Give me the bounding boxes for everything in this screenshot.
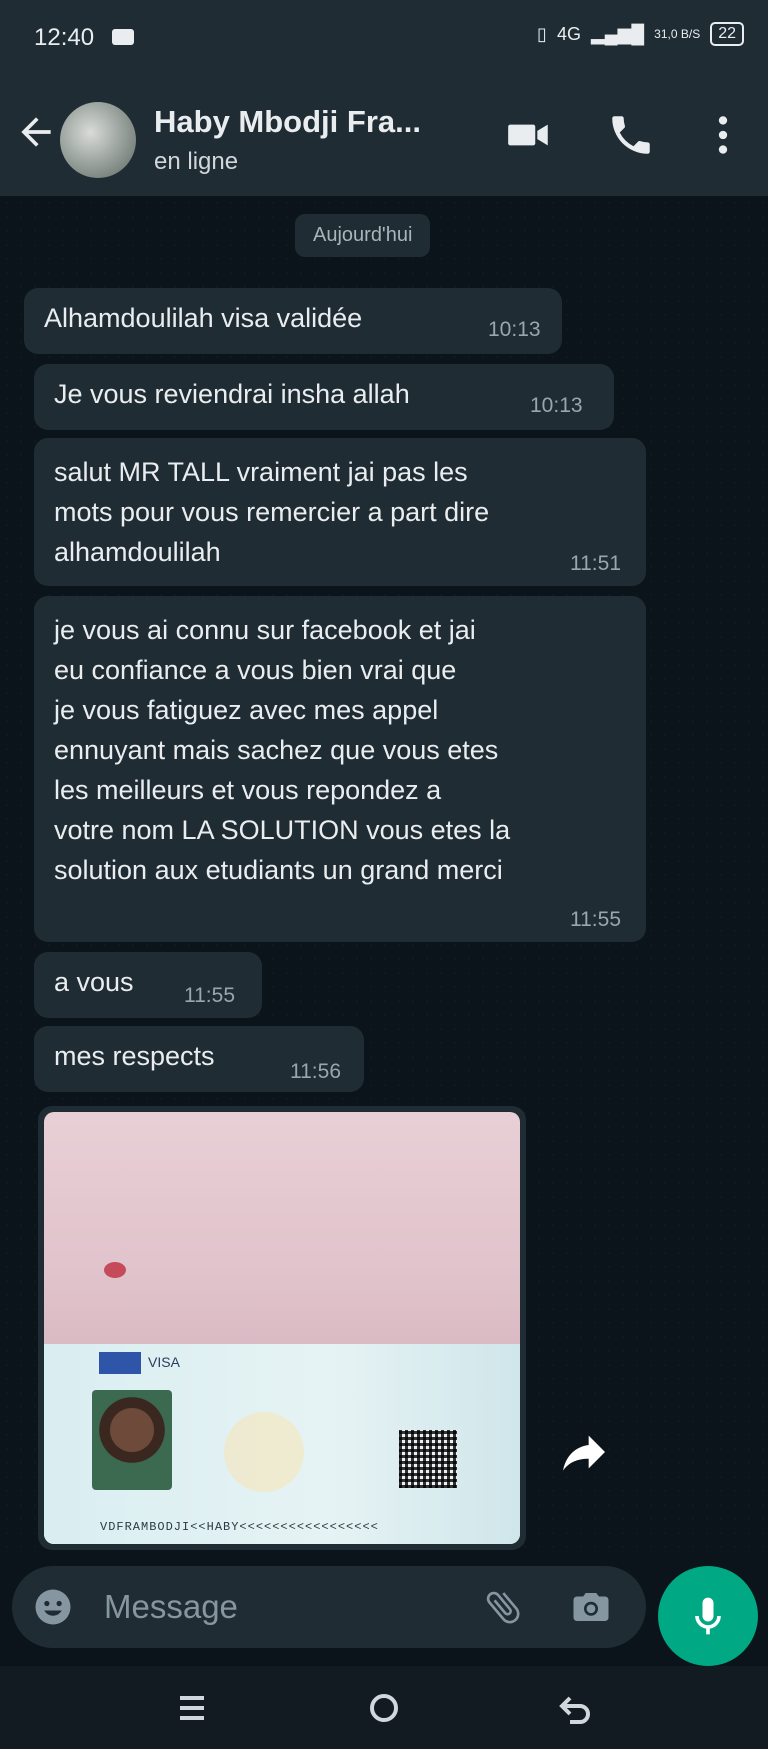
message-bubble[interactable]: salut MR TALL vraiment jai pas les mots … bbox=[34, 438, 646, 586]
message-text: Alhamdoulilah visa validée bbox=[44, 303, 363, 333]
contact-status: en ligne bbox=[154, 148, 239, 175]
video-call-icon[interactable] bbox=[504, 110, 554, 160]
camera-icon[interactable] bbox=[568, 1586, 614, 1628]
emoji-icon[interactable] bbox=[32, 1586, 74, 1628]
message-text: salut MR TALL vraiment jai pas les mots … bbox=[54, 457, 490, 567]
qr-code-icon bbox=[399, 1430, 457, 1488]
date-chip: Aujourd'hui bbox=[295, 214, 431, 257]
back-nav-icon[interactable] bbox=[552, 1684, 600, 1732]
message-time: 10:13 bbox=[488, 318, 541, 341]
message-text: je vous ai connu sur facebook et jai eu … bbox=[54, 615, 511, 885]
message-text: mes respects bbox=[54, 1041, 215, 1071]
chat-header: Haby Mbodji Fra... en ligne bbox=[0, 82, 768, 196]
message-bubble[interactable]: je vous ai connu sur facebook et jai eu … bbox=[34, 596, 646, 942]
signal-icon: ▂▄▆█ bbox=[590, 23, 645, 44]
attach-icon[interactable] bbox=[482, 1586, 524, 1628]
vibrate-icon: ▯ bbox=[537, 23, 547, 44]
home-icon[interactable] bbox=[360, 1684, 408, 1732]
visa-photo[interactable]: VISA VDFRAMBODJI<<HABY<<<<<<<<<<<<<<<<< bbox=[44, 1112, 520, 1544]
mrz-line: VDFRAMBODJI<<HABY<<<<<<<<<<<<<<<<< bbox=[100, 1520, 379, 1534]
image-message[interactable]: VISA VDFRAMBODJI<<HABY<<<<<<<<<<<<<<<<< bbox=[38, 1106, 526, 1550]
voice-call-icon[interactable] bbox=[606, 110, 656, 160]
mic-icon bbox=[695, 1597, 721, 1635]
message-text: Je vous reviendrai insha allah bbox=[54, 379, 410, 409]
eu-flag-icon bbox=[99, 1352, 141, 1374]
message-time: 11:55 bbox=[184, 984, 235, 1007]
contact-name[interactable]: Haby Mbodji Fra... bbox=[154, 104, 421, 140]
network-type: 4G bbox=[556, 23, 581, 44]
stamp-mark bbox=[104, 1262, 126, 1278]
forward-icon[interactable] bbox=[556, 1424, 612, 1480]
message-time: 11:51 bbox=[570, 552, 621, 575]
status-bar: 12:40 ▯ 4G ▂▄▆█ 31,0 B/S 22 bbox=[0, 0, 768, 82]
message-input[interactable]: Message bbox=[12, 1566, 646, 1648]
message-bubble[interactable]: a vous 11:55 bbox=[34, 952, 262, 1018]
seal-icon bbox=[224, 1412, 304, 1492]
clock: 12:40 bbox=[34, 24, 95, 51]
data-speed: 31,0 B/S bbox=[654, 27, 701, 41]
message-bubble[interactable]: Je vous reviendrai insha allah 10:13 bbox=[34, 364, 614, 430]
message-time: 10:13 bbox=[530, 394, 583, 417]
composer: Message bbox=[0, 1556, 768, 1666]
mic-button[interactable] bbox=[658, 1566, 758, 1666]
message-time: 11:56 bbox=[290, 1060, 341, 1083]
menu-icon[interactable] bbox=[168, 1684, 216, 1732]
message-time: 11:55 bbox=[570, 908, 621, 931]
system-nav-bar bbox=[0, 1666, 768, 1749]
portrait-photo bbox=[92, 1390, 172, 1490]
status-indicators: ▯ 4G ▂▄▆█ 31,0 B/S 22 bbox=[537, 22, 744, 46]
back-arrow-icon[interactable] bbox=[14, 110, 58, 154]
message-bubble[interactable]: mes respects 11:56 bbox=[34, 1026, 364, 1092]
battery-indicator: 22 bbox=[710, 22, 744, 46]
avatar[interactable] bbox=[60, 102, 136, 178]
message-bubble[interactable]: Alhamdoulilah visa validée 10:13 bbox=[24, 288, 562, 354]
notification-icon bbox=[112, 29, 134, 45]
more-options-icon[interactable] bbox=[698, 110, 748, 160]
message-text: a vous bbox=[54, 967, 134, 997]
message-placeholder: Message bbox=[104, 1588, 238, 1625]
visa-label: VISA bbox=[148, 1354, 180, 1370]
